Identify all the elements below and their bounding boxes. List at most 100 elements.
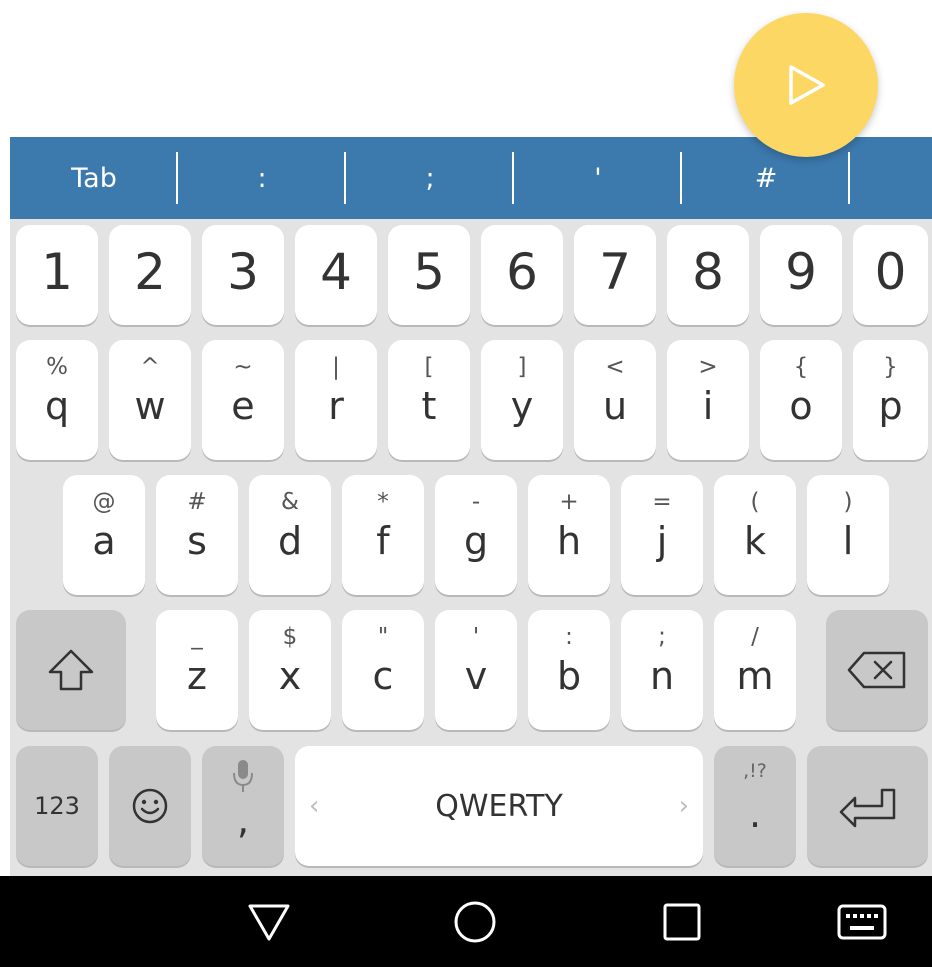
backspace-key-face	[826, 610, 928, 730]
key-8[interactable]: 8	[667, 225, 749, 325]
key-3[interactable]: 3	[202, 225, 284, 325]
key-label: 9	[785, 243, 817, 301]
key-h[interactable]: + h	[528, 475, 610, 595]
numbers-key[interactable]: 123	[16, 746, 98, 866]
key-label: 6	[506, 243, 538, 301]
key-r[interactable]: | r	[295, 340, 377, 460]
key-f[interactable]: * f	[342, 475, 424, 595]
key-b[interactable]: :b	[528, 610, 610, 730]
key-label: b	[556, 654, 582, 698]
key-a[interactable]: @ a	[63, 475, 145, 595]
key-g[interactable]: -g	[435, 475, 517, 595]
emoji-key[interactable]	[109, 746, 191, 866]
extra-key-semicolon[interactable]: ;	[346, 137, 514, 219]
key-p[interactable]: } p	[853, 340, 928, 460]
key-symbol: &	[281, 489, 299, 515]
enter-icon	[839, 788, 895, 828]
key-label: 7	[599, 243, 631, 301]
key-label: 2	[134, 243, 166, 301]
extra-key-paren[interactable]: (	[850, 137, 932, 219]
play-button[interactable]	[734, 13, 878, 157]
nav-recents-button[interactable]	[612, 876, 752, 967]
key-label: l	[842, 519, 854, 563]
extra-key-colon[interactable]: :	[178, 137, 346, 219]
period-key[interactable]: ,!? .	[714, 746, 796, 866]
key-label: k	[743, 519, 766, 563]
key-7[interactable]: 7	[574, 225, 656, 325]
key-z[interactable]: _ z	[156, 610, 238, 730]
key-symbol: }	[883, 354, 898, 380]
key-symbol: -	[471, 489, 481, 515]
key-c[interactable]: " c	[342, 610, 424, 730]
key-x[interactable]: $ x	[249, 610, 331, 730]
key-4[interactable]: 4	[295, 225, 377, 325]
key-label: 3	[227, 243, 259, 301]
key-label: 5	[413, 243, 445, 301]
key-j[interactable]: = j	[621, 475, 703, 595]
nav-home-button[interactable]	[405, 876, 545, 967]
key-0[interactable]: 0	[853, 225, 928, 325]
key-label: s	[187, 519, 207, 563]
key-label: ,	[236, 798, 250, 842]
key-label: z	[187, 654, 207, 698]
space-key[interactable]: ‹ QWERTY ›	[295, 746, 703, 866]
key-6[interactable]: 6	[481, 225, 563, 325]
key-label: h	[556, 519, 582, 563]
key-i[interactable]: > i	[667, 340, 749, 460]
shift-key-face	[16, 610, 126, 730]
key-symbol: =	[652, 489, 672, 515]
enter-key[interactable]	[807, 746, 928, 866]
home-circle-icon	[454, 901, 496, 942]
key-q[interactable]: % q	[16, 340, 98, 460]
key-label: 0	[874, 243, 907, 301]
nav-keyboard-button[interactable]	[792, 876, 932, 967]
shift-key[interactable]	[16, 610, 126, 730]
key-label: i	[702, 384, 714, 428]
mic-icon	[233, 760, 253, 792]
key-2[interactable]: 2	[109, 225, 191, 325]
key-w[interactable]: ^ w	[109, 340, 191, 460]
key-label: y	[510, 384, 534, 428]
extra-key-tab[interactable]: Tab	[10, 137, 178, 219]
key-symbol: >	[698, 354, 718, 380]
nav-back-button[interactable]	[199, 876, 339, 967]
key-s[interactable]: # s	[156, 475, 238, 595]
key-e[interactable]: ~ e	[202, 340, 284, 460]
shift-icon	[48, 649, 94, 691]
key-symbol: ^	[140, 354, 160, 380]
key-9[interactable]: 9	[760, 225, 842, 325]
recents-square-icon	[663, 903, 701, 940]
key-l[interactable]: ) l	[807, 475, 889, 595]
key-label: t	[421, 384, 437, 428]
extra-separator	[344, 152, 346, 204]
key-o[interactable]: {o	[760, 340, 842, 460]
key-label: v	[464, 654, 488, 698]
key-symbol: ;	[658, 624, 666, 650]
emoji-key-face	[109, 746, 191, 866]
key-d[interactable]: & d	[249, 475, 331, 595]
key-symbol: (	[750, 489, 760, 515]
extra-key-apostrophe[interactable]: '	[514, 137, 682, 219]
backspace-key[interactable]	[826, 610, 928, 730]
play-icon	[789, 65, 825, 105]
key-symbol: <	[605, 354, 625, 380]
key-label: r	[328, 384, 344, 428]
key-m[interactable]: / m	[714, 610, 796, 730]
key-symbol: $	[282, 624, 298, 650]
back-triangle-icon	[248, 904, 290, 940]
key-5[interactable]: 5	[388, 225, 470, 325]
key-u[interactable]: < u	[574, 340, 656, 460]
key-k[interactable]: (k	[714, 475, 796, 595]
key-label: w	[134, 384, 166, 428]
comma-key[interactable]: ,	[202, 746, 284, 866]
key-v[interactable]: ' v	[435, 610, 517, 730]
key-y[interactable]: ] y	[481, 340, 563, 460]
key-label: g	[463, 519, 489, 563]
key-symbol: _	[191, 624, 203, 650]
keyboard-icon	[837, 904, 887, 939]
key-n[interactable]: ; n	[621, 610, 703, 730]
key-symbol: @	[92, 489, 116, 515]
key-1[interactable]: 1	[16, 225, 98, 325]
key-symbol: [	[424, 354, 434, 380]
key-t[interactable]: [t	[388, 340, 470, 460]
